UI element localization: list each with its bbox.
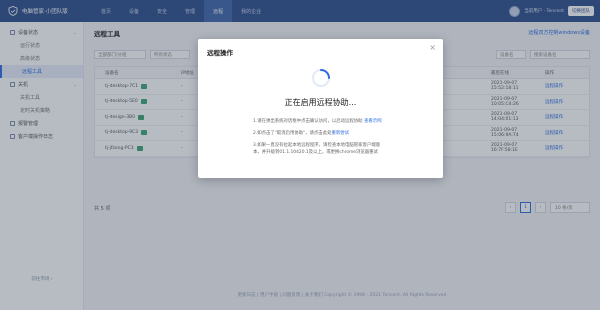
hint-step-2: 2.如点击了"取消启用协助"，请点击此处重新尝试 <box>253 131 349 138</box>
dialog-title: 远程操作 <box>207 49 233 57</box>
hint-step-1: 1.请在弹出系统对话框中点击确认访问，以启动远程协助 查看示例 <box>253 119 382 126</box>
retry-link[interactable]: 重新尝试 <box>331 131 349 136</box>
remote-operation-dialog: 远程操作 × 正在启用远程协助... 1.请在弹出系统对话框中点击确认访问，以启… <box>198 39 443 178</box>
hint-step-3: 3.如果一直没有拉起本地远程程序，请检查本地电脑管家客户端版 本，并升级到01.… <box>253 143 380 156</box>
hint-text: 1.请在弹出系统对话框中点击确认访问，以启动远程协助 <box>253 119 363 124</box>
loading-spinner-icon <box>312 69 330 87</box>
hint-text: 3.如果一直没有拉起本地远程程序，请检查本地电脑管家客户端版 <box>253 143 381 148</box>
dialog-status: 正在启用远程协助... <box>284 98 357 107</box>
view-example-link[interactable]: 查看示例 <box>364 119 382 124</box>
hint-text: 2.如点击了"取消启用协助"，请点击此处 <box>253 131 332 136</box>
hint-text: 本，并升级到01.1.10420.1及以上，或更换chrome浏览器重试 <box>253 149 378 155</box>
close-icon[interactable]: × <box>429 44 436 52</box>
